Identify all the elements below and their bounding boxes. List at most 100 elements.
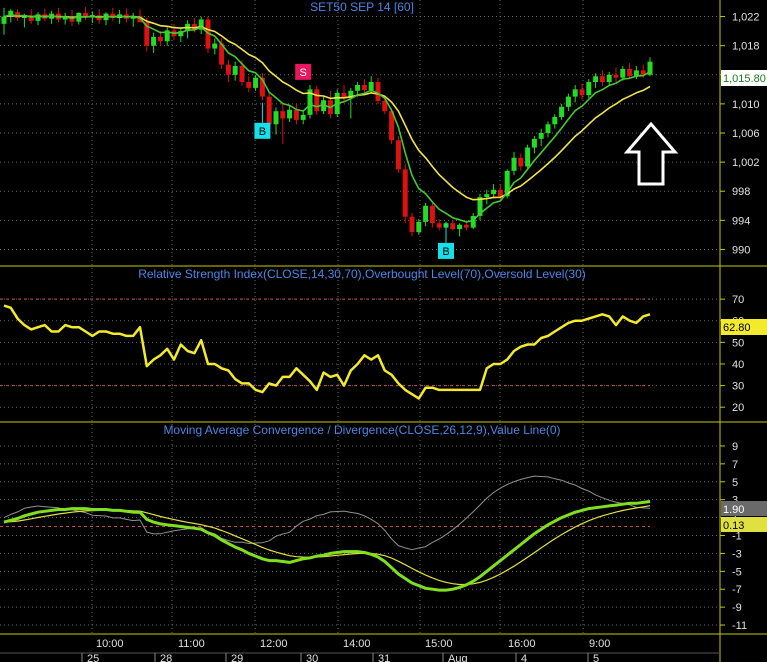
macd-title: Moving Average Convergence / Divergence(…: [163, 423, 560, 437]
y-tick-label: 990: [732, 244, 750, 256]
candle-body[interactable]: [293, 109, 299, 120]
candle-body[interactable]: [287, 109, 293, 119]
signal-value-label: 0.13: [723, 520, 744, 532]
candle-body[interactable]: [545, 124, 551, 133]
candle-body[interactable]: [627, 68, 633, 77]
candle-body[interactable]: [280, 111, 286, 119]
candle-body[interactable]: [463, 224, 469, 228]
candle-body[interactable]: [239, 66, 245, 83]
candle-body[interactable]: [232, 66, 238, 75]
candle-body[interactable]: [423, 205, 429, 222]
candle-body[interactable]: [1, 16, 7, 24]
candle-body[interactable]: [253, 77, 259, 88]
time-tick-label: 9:00: [589, 638, 610, 650]
last-price-label: 1,015.80: [723, 73, 766, 85]
rsi-value-label: 62.80: [723, 322, 751, 334]
candle-body[interactable]: [579, 89, 585, 96]
candle-body[interactable]: [593, 76, 599, 83]
date-tick-label: 31: [378, 653, 390, 662]
y-tick-label: 1,010: [732, 99, 760, 111]
y-tick-label: 40: [732, 359, 744, 371]
date-tick-label: 5: [593, 653, 599, 662]
candle-body[interactable]: [436, 223, 442, 228]
y-tick-label: 1,006: [732, 128, 760, 140]
date-tick-label: 4: [521, 653, 527, 662]
time-tick-label: 16:00: [508, 638, 536, 650]
macd-value-box: 1.90: [721, 501, 767, 516]
candle-body[interactable]: [606, 74, 612, 83]
candle-body[interactable]: [429, 205, 435, 224]
candle-body[interactable]: [300, 114, 306, 120]
signal-label: S: [300, 67, 307, 79]
candle-body[interactable]: [497, 189, 503, 197]
y-tick-label: 20: [732, 402, 744, 414]
candle-body[interactable]: [572, 89, 578, 97]
candle-body[interactable]: [457, 224, 463, 230]
candle-body[interactable]: [518, 157, 524, 167]
candle-body[interactable]: [531, 138, 537, 148]
y-tick-label: -7: [732, 584, 742, 596]
y-tick-label: 998: [732, 186, 750, 198]
macd-value-label: 1.90: [723, 504, 744, 516]
price-chart-title: SET50 SEP 14 [60]: [310, 0, 414, 14]
signal-label: B: [259, 126, 266, 138]
date-tick-label: 28: [160, 653, 172, 662]
y-tick-label: 1,018: [732, 41, 760, 53]
y-tick-label: -1: [732, 531, 742, 543]
last-price-box: 1,015.80: [721, 70, 767, 86]
y-tick-label: 1,022: [732, 12, 760, 24]
y-tick-label: 9: [732, 441, 738, 453]
y-tick-label: 1,002: [732, 157, 760, 169]
candle-body[interactable]: [402, 169, 408, 217]
y-tick-label: -11: [732, 620, 747, 632]
candle-body[interactable]: [266, 96, 272, 125]
y-tick-label: 30: [732, 381, 744, 393]
candle-body[interactable]: [35, 14, 41, 21]
time-tick-label: 10:00: [96, 638, 124, 650]
candle-body[interactable]: [484, 194, 490, 198]
candle-body[interactable]: [246, 82, 252, 88]
time-tick-label: 12:00: [260, 638, 288, 650]
time-tick-label: 15:00: [425, 638, 453, 650]
candle-body[interactable]: [368, 82, 374, 91]
candle-body[interactable]: [538, 133, 544, 139]
candle-body[interactable]: [559, 106, 565, 117]
candle-body[interactable]: [613, 74, 619, 78]
candle-body[interactable]: [151, 36, 157, 46]
y-tick-label: 7: [732, 459, 738, 471]
candle-body[interactable]: [225, 64, 231, 75]
candle-body[interactable]: [416, 221, 422, 232]
candle-body[interactable]: [409, 216, 415, 232]
signal-marker-s[interactable]: S: [295, 63, 312, 80]
trading-chart[interactable]: 9909949981,0021,0061,0101,0141,0181,022S…: [0, 0, 767, 662]
signal-label: B: [442, 246, 449, 258]
date-tick-label: 29: [231, 653, 243, 662]
candle-body[interactable]: [552, 116, 558, 125]
candle-body[interactable]: [565, 96, 571, 107]
candle-body[interactable]: [212, 43, 218, 49]
y-tick-label: -9: [732, 602, 742, 614]
candle-body[interactable]: [314, 89, 320, 112]
candle-body[interactable]: [620, 68, 626, 78]
candle-body[interactable]: [395, 140, 401, 170]
candle-body[interactable]: [599, 76, 605, 83]
date-tick-label: 25: [87, 653, 99, 662]
candle-body[interactable]: [355, 84, 361, 91]
candle-body[interactable]: [375, 82, 381, 101]
y-tick-label: 5: [732, 477, 738, 489]
date-tick-label: Aug: [448, 653, 468, 662]
rsi-value-box: 62.80: [721, 319, 767, 335]
candle-body[interactable]: [491, 189, 497, 195]
y-tick-label: -3: [732, 548, 742, 560]
signal-value-box: 0.13: [721, 517, 767, 532]
y-tick-label: 994: [732, 215, 750, 227]
candle-body[interactable]: [525, 147, 531, 167]
candle-body[interactable]: [450, 223, 456, 230]
candle-body[interactable]: [273, 111, 279, 125]
candle-body[interactable]: [157, 36, 163, 42]
y-tick-label: 70: [732, 294, 744, 306]
time-tick-label: 14:00: [343, 638, 371, 650]
candle-body[interactable]: [361, 84, 367, 91]
candle-body[interactable]: [586, 82, 592, 96]
candle-body[interactable]: [511, 157, 517, 171]
